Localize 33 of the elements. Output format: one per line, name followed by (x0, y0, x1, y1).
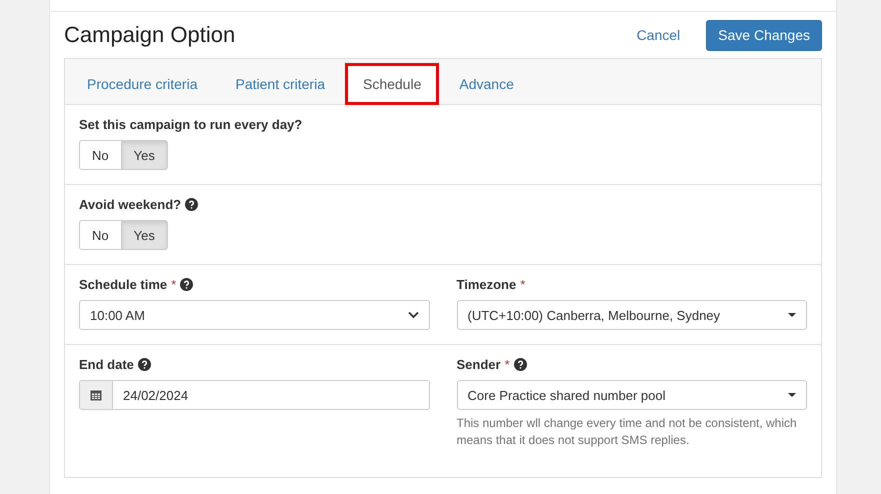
toggle-option[interactable]: No (79, 140, 122, 170)
help-icon (514, 358, 527, 371)
tab[interactable]: Procedure criteria (69, 63, 216, 105)
caret-icon (788, 312, 796, 318)
page-title: Campaign Option (64, 22, 236, 48)
dropdown-field[interactable]: Core Practice shared number pool (456, 380, 807, 410)
toggle-option[interactable]: Yes (120, 220, 168, 250)
required-mark: * (504, 357, 510, 372)
cancel-link[interactable]: Cancel (636, 27, 680, 43)
caret-icon (788, 392, 796, 398)
dropdown-field[interactable]: (UTC+10:00) Canberra, Melbourne, Sydney (456, 300, 807, 330)
field-label: Avoid weekend? (79, 197, 182, 212)
field-label: Sender (456, 357, 501, 372)
required-mark: * (171, 277, 176, 292)
tab[interactable]: Patient criteria (218, 63, 343, 105)
help-icon (185, 198, 198, 211)
field-label: End date (79, 357, 134, 372)
help-icon (138, 358, 151, 371)
help-text: This number wll change every time and not be consistent, which means that it does not support SMS replies. (456, 415, 798, 449)
help-icon (180, 278, 194, 291)
toggle-option[interactable]: No (79, 220, 122, 250)
required-mark: * (520, 277, 526, 292)
field-label: Set this campaign to run every day? (79, 117, 302, 132)
field-label: Schedule time (79, 277, 168, 292)
date-field[interactable]: 24/02/2024 (79, 380, 430, 410)
calendar-icon[interactable] (80, 381, 113, 409)
tab[interactable]: Advance (441, 63, 532, 105)
tab[interactable]: Schedule (344, 63, 440, 105)
save-button[interactable]: Save Changes (706, 20, 822, 50)
chevron-icon (408, 311, 418, 319)
time-select[interactable]: 10:00 AM (79, 300, 430, 330)
field-label: Timezone (456, 277, 516, 292)
toggle-option[interactable]: Yes (120, 140, 168, 170)
